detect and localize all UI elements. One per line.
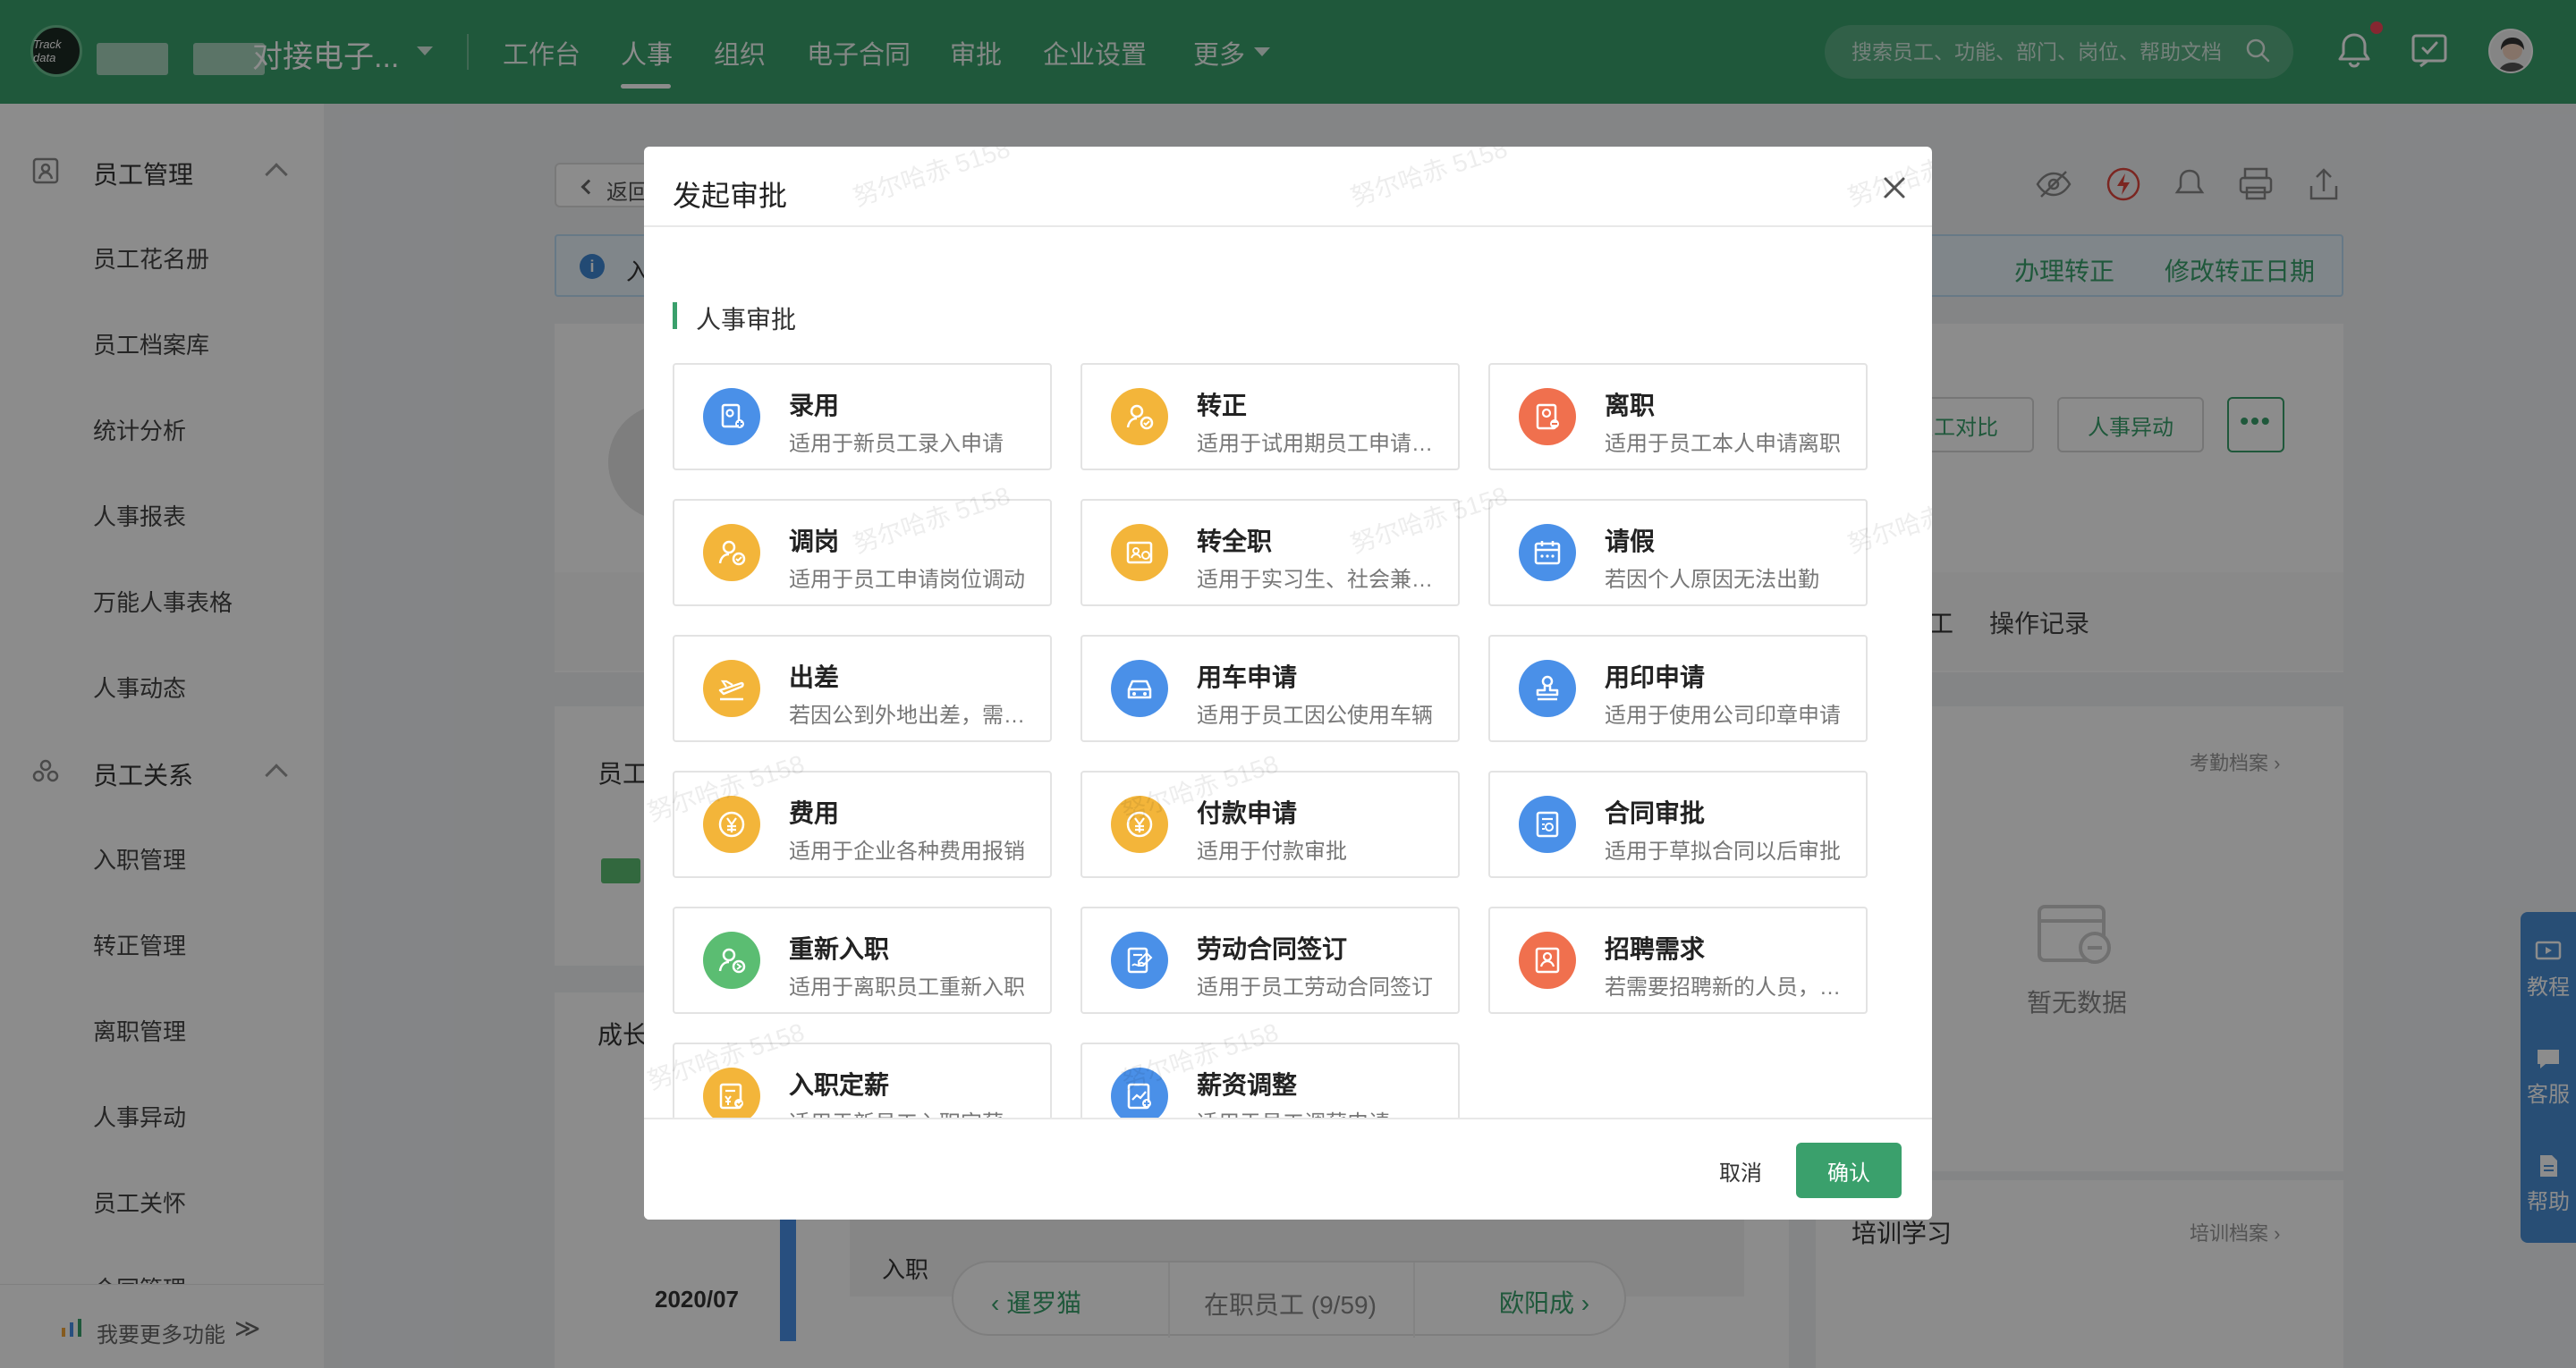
approval-tile-title: 转正: [1197, 392, 1248, 419]
resign-icon: [1536, 403, 1559, 430]
sign-icon: [1127, 947, 1153, 974]
approval-tile-icon-bg: [1111, 796, 1168, 853]
approval-tile-desc: 适用于试用期员工申请转正: [1197, 432, 1436, 456]
approval-tile-desc: 适用于付款审批: [1197, 840, 1347, 864]
approval-tile-desc: 适用于使用公司印章申请: [1605, 704, 1841, 728]
dialog-header-divider: [644, 225, 1932, 227]
approval-tile-desc: 适用于员工劳动合同签订: [1197, 975, 1433, 1000]
dialog-title: 发起审批: [673, 180, 788, 212]
approval-tile-title: 费用: [789, 799, 840, 827]
recruit-icon: [1535, 947, 1560, 974]
car-icon: [1127, 680, 1152, 699]
approval-tile-title: 出差: [789, 663, 840, 691]
approval-tile-icon-bg: [1111, 388, 1168, 445]
plane-icon: [718, 680, 744, 701]
approval-tile-title: 转全职: [1197, 528, 1273, 555]
start-approval-dialog: 发起审批 努尔哈赤 5158 努尔哈赤 5158 努尔哈赤 5158 人事审批 …: [644, 147, 1932, 1220]
approval-tile-desc: 适用于员工因公使用车辆: [1197, 704, 1433, 728]
approval-tile[interactable]: 用印申请适用于使用公司印章申请: [1488, 635, 1868, 742]
approval-tile-title: 薪资调整: [1197, 1071, 1298, 1099]
transfer-icon: [718, 540, 746, 566]
approval-tile-title: 录用: [789, 392, 840, 419]
approval-tile-desc: 适用于员工申请岗位调动: [789, 568, 1025, 592]
dialog-footer: 取消 确认: [644, 1118, 1932, 1220]
approval-tile-title: 用印申请: [1605, 663, 1706, 691]
approval-tile[interactable]: 离职适用于员工本人申请离职: [1488, 363, 1868, 470]
approval-tile-desc: 适用于草拟合同以后审批: [1605, 840, 1841, 864]
salary-icon: [719, 1083, 743, 1110]
approval-tile-icon-bg: [703, 1068, 760, 1125]
confirm-button[interactable]: 确认: [1796, 1143, 1902, 1198]
approval-tile[interactable]: 劳动合同签订适用于员工劳动合同签订: [1080, 907, 1460, 1014]
approval-tile[interactable]: 转全职适用于实习生、社会兼职人员: [1080, 499, 1460, 606]
approval-tile[interactable]: 请假若因个人原因无法出勤: [1488, 499, 1868, 606]
approval-tile-icon-bg: [1111, 524, 1168, 581]
approval-tile[interactable]: 转正适用于试用期员工申请转正: [1080, 363, 1460, 470]
approval-tile-icon-bg: [1111, 932, 1168, 989]
approval-tile-title: 合同审批: [1605, 799, 1706, 827]
approval-tile[interactable]: 用车申请适用于员工因公使用车辆: [1080, 635, 1460, 742]
contract-icon: [1536, 811, 1559, 838]
approval-tile-desc: 适用于新员工录入申请: [789, 432, 1004, 456]
approval-tile[interactable]: 录用适用于新员工录入申请: [673, 363, 1052, 470]
calendar-icon: [1534, 541, 1561, 565]
approval-tile-title: 离职: [1605, 392, 1656, 419]
approval-tile-title: 劳动合同签订: [1197, 935, 1348, 963]
approval-tile-title: 用车申请: [1197, 663, 1298, 691]
close-icon[interactable]: [1875, 168, 1914, 207]
salary-adjust-icon: [1127, 1083, 1151, 1110]
approval-tile[interactable]: 调岗适用于员工申请岗位调动: [673, 499, 1052, 606]
approval-tile-icon-bg: [703, 932, 760, 989]
approval-tile-title: 重新入职: [789, 935, 890, 963]
approval-tile-title: 调岗: [789, 528, 840, 555]
approval-tile-icon-bg: [1519, 660, 1576, 717]
approval-tile-icon-bg: [1519, 796, 1576, 853]
approval-tile-icon-bg: [1519, 932, 1576, 989]
section-accent-bar: [673, 302, 677, 329]
fulltime-icon: [1126, 541, 1153, 564]
approval-tile-desc: 若需要招聘新的人员，需申请: [1605, 975, 1844, 1000]
approval-tile[interactable]: 出差若因公到外地出差，需申请: [673, 635, 1052, 742]
approval-tile[interactable]: 合同审批适用于草拟合同以后审批: [1488, 771, 1868, 878]
approval-tile[interactable]: 费用适用于企业各种费用报销: [673, 771, 1052, 878]
approval-tile[interactable]: 重新入职适用于离职员工重新入职: [673, 907, 1052, 1014]
approval-tile-icon-bg: [1111, 660, 1168, 717]
approval-tile-icon-bg: [703, 660, 760, 717]
approval-tile-icon-bg: [1519, 524, 1576, 581]
approval-tile-desc: 适用于企业各种费用报销: [789, 840, 1025, 864]
watermark: 努尔哈赤 5158: [1347, 147, 1511, 212]
rehire-icon: [718, 948, 746, 974]
hire-icon: [721, 403, 744, 428]
yen-icon: [718, 811, 745, 838]
approval-tile-icon-bg: [1519, 388, 1576, 445]
regularize-icon: [1126, 404, 1154, 430]
approval-tile-title: 招聘需求: [1605, 935, 1706, 963]
section-title-hr-approval: 人事审批: [696, 306, 797, 334]
approval-tile-icon-bg: [703, 524, 760, 581]
watermark: 努尔哈赤 5158: [850, 147, 1013, 212]
cancel-button[interactable]: 取消: [1680, 1143, 1801, 1198]
approval-tile[interactable]: 付款申请适用于付款审批: [1080, 771, 1460, 878]
approval-tile-desc: 适用于员工本人申请离职: [1605, 432, 1841, 456]
approval-tile-title: 付款申请: [1197, 799, 1298, 827]
approval-tile-icon-bg: [703, 388, 760, 445]
approval-tile[interactable]: 招聘需求若需要招聘新的人员，需申请: [1488, 907, 1868, 1014]
approval-tile-desc: 若因个人原因无法出勤: [1605, 568, 1819, 592]
approval-tile-title: 入职定薪: [789, 1071, 890, 1099]
approval-tile-desc: 若因公到外地出差，需申请: [789, 704, 1029, 728]
yen-icon: [1126, 811, 1153, 838]
stamp-icon: [1536, 675, 1559, 701]
approval-tile-title: 请假: [1605, 528, 1656, 555]
approval-tile-desc: 适用于离职员工重新入职: [789, 975, 1025, 1000]
approval-tile-icon-bg: [1111, 1068, 1168, 1125]
approval-tile-desc: 适用于实习生、社会兼职人员: [1197, 568, 1436, 592]
approval-tile-icon-bg: [703, 796, 760, 853]
